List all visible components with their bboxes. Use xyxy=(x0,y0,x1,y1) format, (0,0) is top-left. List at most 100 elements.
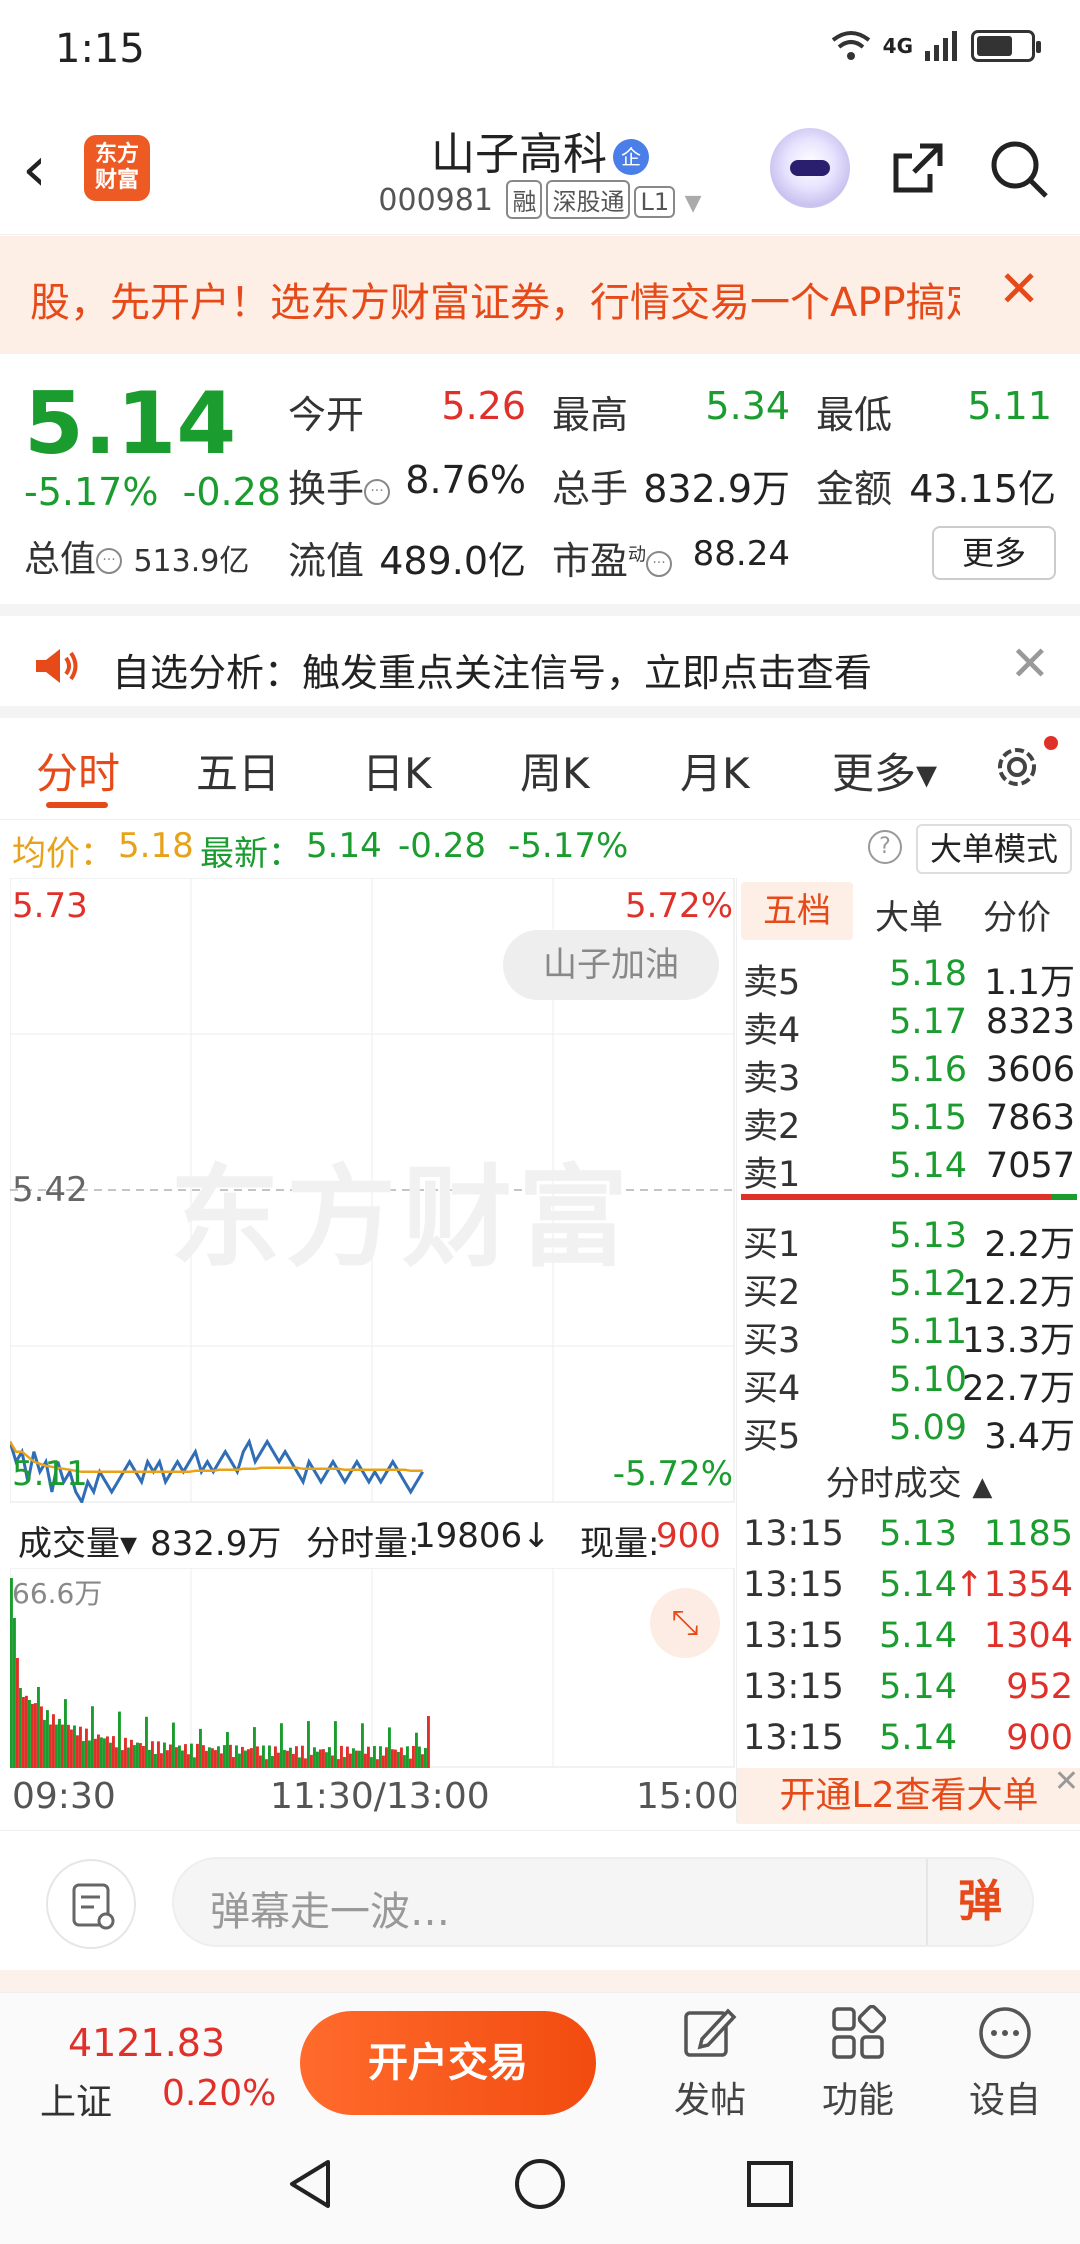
volume-bar xyxy=(196,1743,199,1768)
danmu-send-button[interactable]: 弹 xyxy=(926,1859,1032,1945)
nav-back-icon[interactable] xyxy=(282,2156,338,2212)
bid-row[interactable]: 买3 5.11 13.3万 xyxy=(737,1308,1080,1361)
volume-bar xyxy=(19,1688,22,1768)
volume-bar xyxy=(46,1710,49,1768)
volume-bar xyxy=(343,1757,346,1768)
volume-selector[interactable]: 成交量▾ xyxy=(18,1516,137,1565)
enterprise-badge: 企 xyxy=(613,139,649,175)
tick-trade-row: 13:15 5.13 1185 xyxy=(743,1514,1073,1554)
danmu-settings-icon[interactable] xyxy=(46,1859,136,1949)
volume-bar xyxy=(226,1732,229,1768)
amount-value: 43.15亿 xyxy=(909,467,1056,511)
tab-daily-k[interactable]: 日K xyxy=(362,740,432,801)
volume-bar xyxy=(181,1750,184,1768)
danmu-input[interactable]: 弹幕走一波… 弹 xyxy=(172,1857,1034,1947)
volume-bar xyxy=(115,1747,118,1768)
volume-bar xyxy=(94,1738,97,1768)
info-icon[interactable]: ··· xyxy=(364,478,391,505)
tick-trades-header[interactable]: 分时成交 ▲ xyxy=(737,1456,1080,1506)
bid-row[interactable]: 买4 5.10 22.7万 xyxy=(737,1356,1080,1409)
volume-bar xyxy=(202,1745,205,1768)
status-bar: 1:15 4G xyxy=(0,0,1080,100)
y-min-pct: -5.72% xyxy=(612,1454,733,1494)
tick-trade-row: 13:15 5.14 952 xyxy=(743,1667,1073,1707)
tab-price-distribution[interactable]: 分价 xyxy=(983,890,1051,939)
volume-bar xyxy=(292,1753,295,1768)
volume-bar xyxy=(301,1745,304,1768)
ai-assistant-icon[interactable] xyxy=(770,128,850,208)
volume-bar xyxy=(79,1726,82,1768)
volume-bar xyxy=(61,1724,64,1768)
info-icon[interactable]: ··· xyxy=(646,550,673,577)
nav-home-icon[interactable] xyxy=(512,2156,568,2212)
volume-bar xyxy=(394,1749,397,1768)
bid-row[interactable]: 买2 5.12 12.2万 xyxy=(737,1260,1080,1313)
latest-value: 5.14 xyxy=(306,826,382,866)
volume-bar xyxy=(67,1724,70,1768)
search-icon[interactable] xyxy=(988,138,1050,200)
l2-upgrade-banner[interactable]: 开通L2查看大单 ✕ xyxy=(737,1764,1080,1824)
volume-bar xyxy=(232,1757,235,1768)
ask-row[interactable]: 卖1 5.14 7057 xyxy=(737,1142,1080,1195)
volume-bar xyxy=(109,1742,112,1768)
volume-bar xyxy=(295,1746,298,1768)
big-order-mode-button[interactable]: 大单模式 xyxy=(916,824,1072,874)
tab-monthly-k[interactable]: 月K xyxy=(680,740,750,801)
volume-label: 总手 xyxy=(552,467,629,511)
volume-bar xyxy=(55,1724,58,1768)
pe-value: 88.24 xyxy=(692,534,790,574)
gear-icon[interactable] xyxy=(990,740,1044,794)
amount-label: 金额 xyxy=(816,467,893,511)
bid-row[interactable]: 买1 5.13 2.2万 xyxy=(737,1212,1080,1265)
ask-row[interactable]: 卖3 5.16 3606 xyxy=(737,1046,1080,1099)
quote-panel: 5.14 -5.17% -0.28 总值 ··· 513.9亿 今开 5.26 最… xyxy=(0,354,1080,604)
tick-trade-row: 13:15 5.14 ↑1354 xyxy=(743,1565,1073,1605)
volume-bar xyxy=(13,1618,16,1768)
y-mid-price: 5.42 xyxy=(12,1170,88,1210)
tab-weekly-k[interactable]: 周K xyxy=(520,740,590,801)
volume-bar xyxy=(148,1749,151,1768)
volume-max-label: 66.6万 xyxy=(12,1577,103,1610)
volume-chart-svg xyxy=(9,1567,735,1768)
volume-bar xyxy=(346,1746,349,1768)
cheer-pill[interactable]: 山子加油 xyxy=(503,930,719,1000)
expand-icon[interactable]: ⤡ xyxy=(650,1588,720,1658)
volume-bar xyxy=(43,1719,46,1768)
close-icon[interactable]: ✕ xyxy=(998,260,1040,318)
open-account-trade-button[interactable]: 开户交易 xyxy=(300,2011,596,2115)
tab-intraday[interactable]: 分时 xyxy=(36,740,120,801)
volume-chart[interactable]: 66.6万 xyxy=(9,1567,735,1768)
index-pct: 0.20% xyxy=(162,2073,277,2114)
volume-bar xyxy=(298,1757,301,1768)
tab-five-day[interactable]: 五日 xyxy=(196,740,280,801)
help-icon[interactable]: ? xyxy=(868,830,902,864)
volume-bar xyxy=(268,1745,271,1768)
volume-bar xyxy=(388,1727,391,1768)
volume-bar xyxy=(106,1736,109,1768)
volume-bar xyxy=(259,1755,262,1768)
share-icon[interactable] xyxy=(890,140,946,196)
bid-row[interactable]: 买5 5.09 3.4万 xyxy=(737,1404,1080,1457)
tab-big-orders[interactable]: 大单 xyxy=(875,890,943,939)
open-label: 今开 xyxy=(288,393,365,437)
more-button[interactable]: 更多 xyxy=(932,526,1056,580)
intraday-chart[interactable]: 东方财富 5.73 5.72% 5.42 5.11 -5.72% 山子加油 xyxy=(10,878,735,1503)
close-icon[interactable]: ✕ xyxy=(1054,1754,1079,1810)
ask-row[interactable]: 卖5 5.18 1.1万 xyxy=(737,950,1080,1003)
volume-bar xyxy=(142,1746,145,1768)
volume-bar xyxy=(265,1759,268,1768)
tab-five-level[interactable]: 五档 xyxy=(741,882,853,940)
close-icon[interactable]: ✕ xyxy=(1010,636,1050,692)
volume-bar xyxy=(73,1725,76,1768)
ask-row[interactable]: 卖2 5.15 7863 xyxy=(737,1094,1080,1147)
tab-more[interactable]: 更多▾ xyxy=(832,740,937,801)
volume-bar xyxy=(307,1721,310,1768)
info-icon[interactable]: ··· xyxy=(96,548,123,574)
nav-recents-icon[interactable] xyxy=(742,2156,798,2212)
promo-banner[interactable]: 股，先开户！选东方财富证券，行情交易一个APP搞定 ✕ xyxy=(0,236,1080,354)
volume-bar xyxy=(424,1748,427,1768)
ask-row[interactable]: 卖4 5.17 8323 xyxy=(737,998,1080,1051)
volume-bar xyxy=(418,1746,421,1768)
analysis-notice[interactable]: 自选分析：触发重点关注信号，立即点击查看 ✕ xyxy=(0,616,1080,716)
volume-bar xyxy=(31,1703,34,1768)
